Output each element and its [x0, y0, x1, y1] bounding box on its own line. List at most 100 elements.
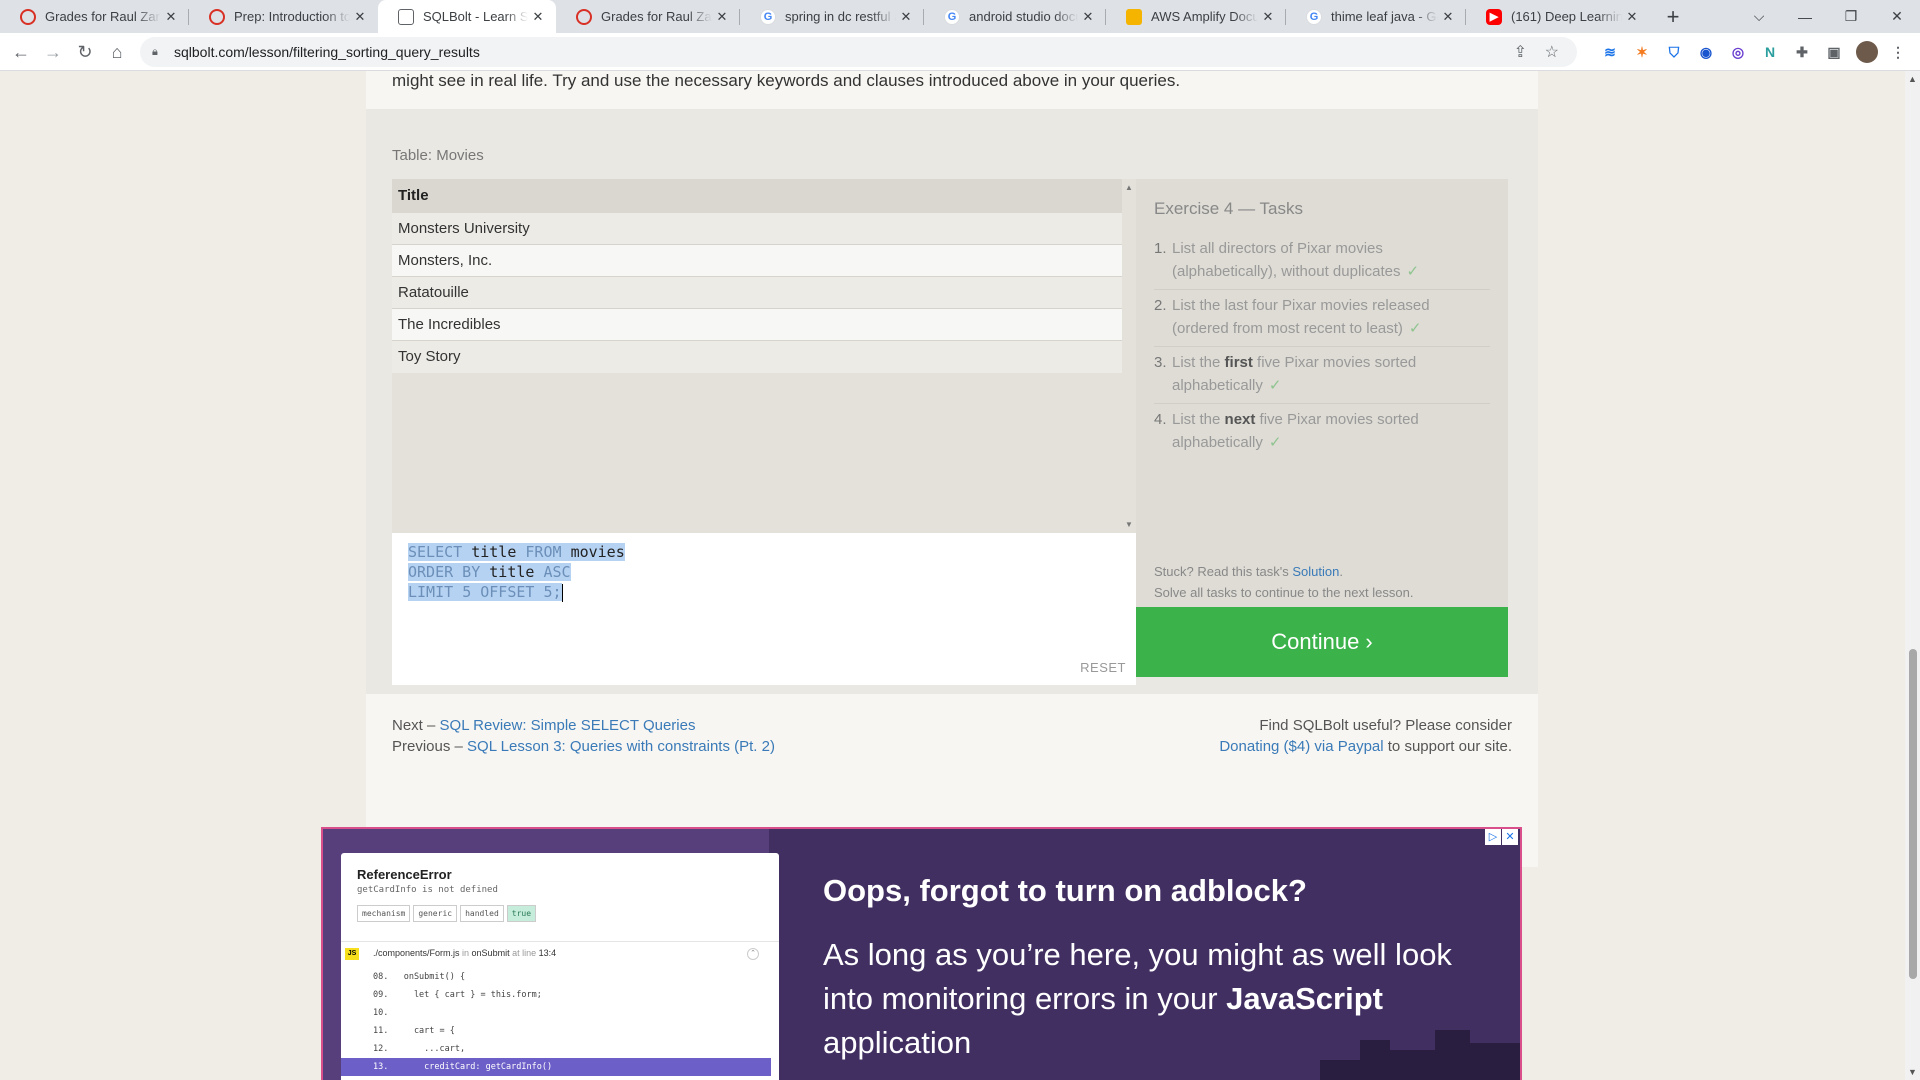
- close-icon[interactable]: ✕: [896, 9, 916, 25]
- scroll-down-icon[interactable]: ▼: [1125, 520, 1133, 529]
- tab-title: Grades for Raul Zarate: [601, 9, 712, 24]
- tab-title: SQLBolt - Learn SQL -: [423, 9, 528, 24]
- support-note: Find SQLBolt useful? Please consider Don…: [1219, 715, 1512, 757]
- aws-icon: [1126, 8, 1142, 25]
- task-text: List the last four Pixar movies released…: [1172, 297, 1430, 337]
- tab-grades-1[interactable]: Grades for Raul Zarate ✕: [0, 0, 189, 33]
- task-text: List all directors of Pixar movies (alph…: [1172, 240, 1401, 280]
- donate-link[interactable]: Donating ($4) via Paypal: [1219, 738, 1383, 755]
- error-subtitle: getCardInfo is not defined: [357, 885, 498, 895]
- url-text[interactable]: sqlbolt.com/lesson/filtering_sorting_que…: [174, 44, 480, 60]
- lesson-intro-text: might see in real life. Try and use the …: [392, 71, 1181, 90]
- bookmark-star-icon[interactable]: ☆: [1545, 42, 1559, 62]
- close-icon[interactable]: ✕: [1078, 9, 1098, 25]
- extension-circle-icon[interactable]: ◉: [1696, 42, 1716, 62]
- reload-icon[interactable]: ↻: [70, 37, 100, 67]
- back-arrow-icon[interactable]: ←: [6, 37, 36, 67]
- ad-choices[interactable]: ▷ ✕: [1484, 829, 1518, 845]
- tab-android-search[interactable]: G android studio docum ✕: [924, 0, 1106, 33]
- code-line: 10.: [373, 1008, 389, 1018]
- support-end: to support our site.: [1383, 738, 1512, 755]
- extension-stack-icon[interactable]: ≋: [1600, 42, 1620, 62]
- extensions-puzzle-icon[interactable]: ✚: [1792, 42, 1812, 62]
- tag-value: true: [506, 905, 537, 922]
- tab-youtube[interactable]: ▶ (161) Deep Learning B ✕: [1466, 0, 1650, 33]
- restore-button[interactable]: ❐: [1828, 0, 1874, 33]
- tab-thymeleaf-search[interactable]: G thime leaf java - Goog ✕: [1286, 0, 1466, 33]
- extension-n-icon[interactable]: N: [1760, 42, 1780, 62]
- tasks-panel: Exercise 4 — Tasks 1. List all directors…: [1136, 179, 1508, 607]
- tab-aws-amplify[interactable]: AWS Amplify Docume ✕: [1106, 0, 1286, 33]
- results-scrollbar[interactable]: ▲ ▼: [1122, 179, 1136, 533]
- tab-sqlbolt[interactable]: SQLBolt - Learn SQL - ✕: [378, 0, 556, 33]
- tag-key: mechanism: [357, 905, 411, 922]
- scroll-down-icon[interactable]: ▼: [1908, 1067, 1917, 1077]
- close-icon[interactable]: ✕: [1438, 9, 1458, 25]
- code-line: 11. cart = {: [373, 1026, 455, 1036]
- menu-kebab-icon[interactable]: ⋮: [1888, 42, 1908, 62]
- new-tab-button[interactable]: +: [1650, 0, 1696, 33]
- chevron-up-icon: ⌃: [747, 948, 759, 960]
- previous-lesson-link[interactable]: SQL Lesson 3: Queries with constraints (…: [467, 738, 775, 755]
- extension-spark-icon[interactable]: ✶: [1632, 42, 1652, 62]
- checkmark-icon: ✓: [1408, 320, 1422, 337]
- table-row: Monsters, Inc.: [392, 245, 1136, 277]
- google-icon: G: [1306, 8, 1322, 25]
- code-line: 09. let { cart } = this.form;: [373, 990, 542, 1000]
- query-line-3[interactable]: LIMIT 5 OFFSET 5;: [408, 582, 625, 602]
- page-scrollbar[interactable]: ▲ ▼: [1905, 71, 1920, 1080]
- tab-spring-search[interactable]: G spring in dc restful ap ✕: [740, 0, 924, 33]
- results-column-header: Title: [392, 179, 1136, 213]
- task-item-1: 1. List all directors of Pixar movies (a…: [1154, 233, 1490, 290]
- tab-title: Prep: Introduction to S: [234, 9, 350, 24]
- tab-grades-2[interactable]: Grades for Raul Zarate ✕: [556, 0, 740, 33]
- close-icon[interactable]: ✕: [1258, 9, 1278, 25]
- browser-window: Grades for Raul Zarate ✕ Prep: Introduct…: [0, 0, 1920, 1080]
- scrollbar-thumb[interactable]: [1909, 649, 1917, 979]
- canvas-icon: [576, 8, 592, 25]
- ad-headline: Oops, forgot to turn on adblock?: [823, 873, 1307, 908]
- reset-button[interactable]: RESET: [1080, 660, 1126, 675]
- close-icon[interactable]: ✕: [528, 9, 548, 25]
- tab-prep-intro[interactable]: Prep: Introduction to S ✕: [189, 0, 378, 33]
- query-line-1[interactable]: SELECT title FROM movies: [408, 542, 625, 562]
- share-icon[interactable]: ⇪: [1514, 42, 1527, 62]
- lesson-nav: Next – SQL Review: Simple SELECT Queries…: [392, 715, 775, 757]
- continue-note: Solve all tasks to continue to the next …: [1154, 585, 1414, 600]
- scroll-up-icon[interactable]: ▲: [1908, 74, 1917, 84]
- adchoices-icon[interactable]: ▷: [1485, 829, 1501, 845]
- close-icon[interactable]: ✕: [712, 9, 732, 25]
- home-icon[interactable]: ⌂: [102, 37, 132, 67]
- close-ad-icon[interactable]: ✕: [1502, 829, 1518, 845]
- next-lesson-link[interactable]: SQL Review: Simple SELECT Queries: [440, 717, 696, 734]
- continue-button[interactable]: Continue ›: [1136, 607, 1508, 677]
- query-results-table: Title Monsters University Monsters, Inc.…: [392, 179, 1136, 533]
- close-icon[interactable]: ✕: [161, 9, 181, 25]
- close-window-button[interactable]: ✕: [1874, 0, 1920, 33]
- task-item-3: 3. List the first five Pixar movies sort…: [1154, 347, 1490, 404]
- scroll-up-icon[interactable]: ▲: [1125, 183, 1133, 192]
- side-panel-icon[interactable]: ▣: [1824, 42, 1844, 62]
- minimize-button[interactable]: —: [1782, 0, 1828, 33]
- address-bar[interactable]: 🔒︎ sqlbolt.com/lesson/filtering_sorting_…: [140, 37, 1577, 67]
- advertisement-banner[interactable]: ReferenceError getCardInfo is not define…: [321, 827, 1522, 1080]
- tag-key: handled: [460, 905, 504, 922]
- sql-query-editor[interactable]: SELECT title FROM movies ORDER BY title …: [392, 533, 1136, 685]
- sql-number: 5;: [543, 583, 562, 601]
- profile-avatar[interactable]: [1856, 41, 1878, 63]
- frame-path: ./components/Form.js: [373, 948, 460, 958]
- tab-title: android studio docum: [969, 9, 1078, 24]
- ad-error-card: ReferenceError getCardInfo is not define…: [341, 853, 779, 1080]
- query-line-2[interactable]: ORDER BY title ASC: [408, 562, 625, 582]
- tag-value: generic: [413, 905, 458, 922]
- extension-shield-icon[interactable]: ⛉: [1664, 42, 1684, 62]
- forward-arrow-icon[interactable]: →: [38, 37, 68, 67]
- close-icon[interactable]: ✕: [1622, 9, 1642, 25]
- close-icon[interactable]: ✕: [350, 9, 370, 25]
- checkmark-icon: ✓: [1268, 434, 1282, 451]
- solution-link[interactable]: Solution: [1292, 564, 1339, 579]
- extension-ring-icon[interactable]: ◎: [1728, 42, 1748, 62]
- stack-frame: JS ./components/Form.js in onSubmit at l…: [341, 941, 779, 1080]
- canvas-icon: [20, 8, 36, 25]
- tab-search-icon[interactable]: ⌵: [1736, 0, 1782, 33]
